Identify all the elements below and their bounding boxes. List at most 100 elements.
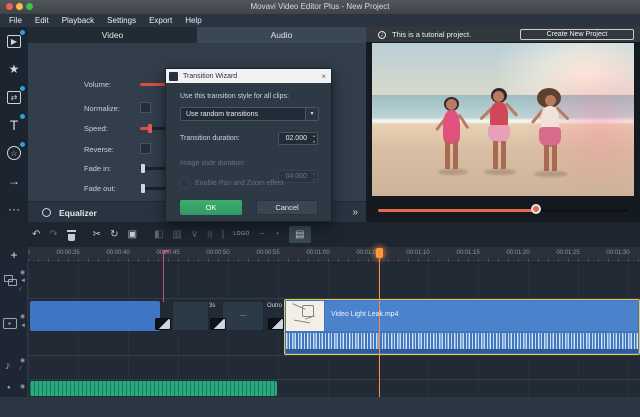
slow-motion-icon[interactable]: ◔ bbox=[274, 230, 280, 240]
sidebar-item-animation[interactable]: → bbox=[0, 167, 28, 195]
video-clip-2[interactable] bbox=[172, 301, 209, 331]
timeline-toolbar: ↶ ↷ ✂ ↻ ▣ ◧ ▥ ∨ ||| | LOGO ~ ◔ ▤ 00:01:0… bbox=[0, 222, 640, 247]
eye-icon[interactable]: ◉ bbox=[20, 269, 25, 276]
transition-style-value: Use random transitions bbox=[186, 111, 258, 118]
transition-duration-spinner[interactable]: 02.000 ▴▾ bbox=[278, 132, 318, 145]
sidebar-item-titles[interactable]: T bbox=[0, 111, 28, 139]
sidebar-item-stickers[interactable]: ☆ bbox=[0, 139, 28, 167]
narration-icon: ● bbox=[7, 385, 11, 391]
crop-icon[interactable]: ▣ bbox=[128, 230, 137, 240]
status-bar: Scale: − ▪ Project length: 01:45 Export bbox=[0, 397, 640, 417]
media-icon: ▶ bbox=[7, 35, 21, 48]
mute-icon[interactable]: ◄ bbox=[20, 278, 26, 284]
dialog-title-bar[interactable]: Transition Wizard × bbox=[166, 69, 331, 83]
video-clip-3[interactable]: — bbox=[222, 301, 264, 331]
menu-edit[interactable]: Edit bbox=[35, 16, 49, 25]
filters-wand-icon: ★ bbox=[9, 62, 20, 76]
cancel-button[interactable]: Cancel bbox=[256, 200, 318, 215]
ruler-tick: 00:01:30 bbox=[606, 250, 629, 256]
eye-icon[interactable]: ◉ bbox=[20, 313, 25, 320]
tab-audio[interactable]: Audio bbox=[197, 27, 366, 43]
undo-icon[interactable]: ↶ bbox=[32, 230, 40, 240]
ok-button[interactable]: OK bbox=[180, 200, 242, 215]
spinner-arrows-icon[interactable]: ▴▾ bbox=[313, 133, 315, 145]
capture-icon[interactable]: ▤ bbox=[289, 226, 311, 243]
ruler-tick: 00:01:00 bbox=[306, 250, 329, 256]
redo-icon[interactable]: ↷ bbox=[49, 230, 57, 240]
add-track-button[interactable]: + bbox=[0, 247, 28, 263]
preview-panel: i This is a tutorial project. Create New… bbox=[366, 27, 640, 222]
playhead-line[interactable] bbox=[379, 249, 380, 397]
slide-duration-value: 04.000 bbox=[286, 173, 307, 180]
menu-help[interactable]: Help bbox=[185, 16, 201, 25]
logo-watermark-icon[interactable]: LOGO bbox=[233, 232, 249, 237]
transition-wizard-dialog: Transition Wizard × Use this transition … bbox=[165, 68, 332, 222]
transition-marker-icon[interactable] bbox=[268, 318, 284, 330]
create-new-project-button[interactable]: Create New Project bbox=[520, 29, 634, 40]
close-icon[interactable]: × bbox=[321, 72, 326, 81]
menu-file[interactable]: File bbox=[9, 16, 22, 25]
fade-icon[interactable]: ∨ bbox=[191, 230, 198, 240]
color-adjustments-icon[interactable]: ◧ bbox=[154, 230, 163, 240]
selected-clip[interactable]: Video Light Leak.mp4 bbox=[284, 299, 640, 355]
rotate-icon[interactable]: ↻ bbox=[110, 230, 118, 240]
more-icon: ··· bbox=[8, 202, 20, 216]
app-window: Movavi Video Editor Plus - New Project F… bbox=[0, 0, 640, 417]
transition-marker-icon[interactable] bbox=[210, 318, 226, 330]
info-icon: i bbox=[378, 31, 386, 39]
notification-badge bbox=[19, 141, 26, 148]
sidebar-item-filters[interactable]: ★ bbox=[0, 55, 28, 83]
video-frame[interactable] bbox=[372, 43, 634, 196]
mute-icon[interactable]: ◄ bbox=[20, 323, 26, 329]
eye-icon[interactable]: ◉ bbox=[20, 357, 25, 364]
tab-video[interactable]: Video bbox=[28, 27, 197, 43]
narration-audio-clip[interactable] bbox=[30, 381, 277, 396]
menu-export[interactable]: Export bbox=[149, 16, 172, 25]
sidebar-item-more[interactable]: ··· bbox=[0, 195, 28, 223]
delete-icon[interactable] bbox=[67, 229, 76, 241]
speed-label: Speed: bbox=[84, 124, 108, 133]
timeline-ruler[interactable]: 00:00:30 00:00:35 00:00:40 00:00:45 00:0… bbox=[28, 247, 640, 263]
timeline-tracks[interactable]: 3s — Outro Video Light Leak.mp4 bbox=[28, 263, 640, 397]
speed-slider-thumb[interactable] bbox=[148, 124, 152, 133]
slide-duration-label: Image slide duration: bbox=[180, 160, 245, 167]
pan-zoom-label: Enable Pan and Zoom effect bbox=[195, 180, 284, 187]
ruler-tick: 00:01:20 bbox=[506, 250, 529, 256]
ruler-tick: 00:01:25 bbox=[556, 250, 579, 256]
ruler-minor-ticks bbox=[28, 259, 640, 262]
ruler-tick: 00:00:40 bbox=[106, 250, 129, 256]
ruler-tick: 00:00:50 bbox=[206, 250, 229, 256]
notification-badge bbox=[19, 85, 26, 92]
sidebar-item-transitions[interactable]: ⇄ bbox=[0, 83, 28, 111]
normalize-label: Normalize: bbox=[84, 104, 120, 113]
transitions-icon: ⇄ bbox=[7, 91, 22, 104]
transition-marker-icon[interactable] bbox=[155, 318, 171, 330]
transition-style-label: Use this transition style for all clips: bbox=[180, 93, 289, 100]
reverse-label: Reverse: bbox=[84, 145, 114, 154]
fade-out-slider-thumb[interactable] bbox=[141, 184, 145, 193]
notification-badge bbox=[19, 29, 26, 36]
link-icon[interactable]: ~ bbox=[259, 230, 265, 240]
video-track-icon: ▸ bbox=[3, 318, 17, 329]
link-icon[interactable]: ∕ bbox=[20, 366, 21, 372]
audio-levels-icon[interactable]: ▥ bbox=[172, 230, 181, 240]
seek-bar-handle[interactable] bbox=[531, 204, 541, 214]
eye-icon[interactable]: ◉ bbox=[20, 383, 25, 390]
reverse-checkbox[interactable] bbox=[140, 143, 151, 154]
chevron-down-icon[interactable]: ▾ bbox=[305, 108, 318, 120]
stereo-balance-icon[interactable]: ||| bbox=[207, 231, 212, 238]
split-scissors-icon[interactable]: ✂ bbox=[93, 230, 101, 240]
menu-settings[interactable]: Settings bbox=[107, 16, 136, 25]
video-clip-1[interactable] bbox=[30, 301, 160, 331]
clip-audio-waveform bbox=[286, 333, 638, 350]
sidebar-item-media[interactable]: ▶ bbox=[0, 27, 28, 55]
beat-marker-icon[interactable]: | bbox=[222, 230, 225, 240]
menu-playback[interactable]: Playback bbox=[62, 16, 94, 25]
fade-in-slider-thumb[interactable] bbox=[141, 164, 145, 173]
link-icon[interactable]: ∕ bbox=[20, 287, 21, 293]
transition-duration-value: 02.000 bbox=[286, 135, 307, 142]
chevron-right-icon[interactable]: » bbox=[352, 207, 358, 218]
transition-style-dropdown[interactable]: Use random transitions ▾ bbox=[180, 107, 319, 121]
normalize-checkbox[interactable] bbox=[140, 102, 151, 113]
transition-duration-label: Transition duration: bbox=[180, 135, 240, 142]
